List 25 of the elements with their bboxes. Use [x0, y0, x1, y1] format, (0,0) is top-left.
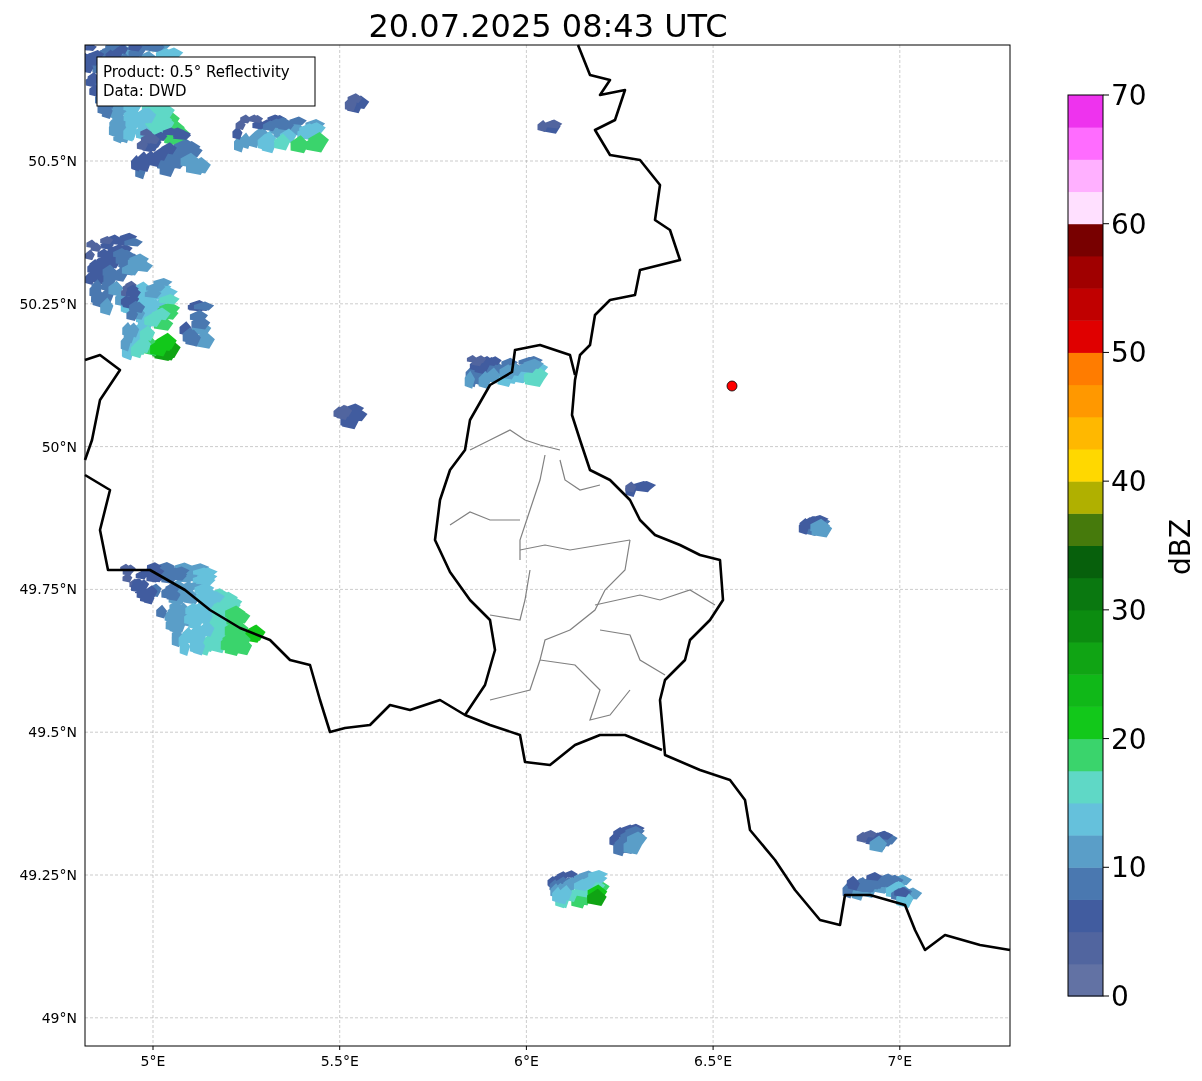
colorbar-tick-label: 0	[1111, 980, 1129, 1013]
axis-tick-label: 49.25°N	[19, 867, 77, 883]
axis-tick-label: 49.75°N	[19, 581, 77, 598]
axis-tick-label: 50.25°N	[19, 295, 77, 312]
info-text: Product: 0.5° Reflectivity	[103, 63, 290, 81]
colorbar-tick-label: 70	[1111, 79, 1147, 112]
colorbar-tick-label: 50	[1111, 336, 1147, 370]
colorbar-tick-label: 20	[1111, 722, 1147, 756]
axis-tick-label: 50.5°N	[28, 153, 77, 169]
axis-tick-label: 49.5°N	[28, 724, 77, 741]
axis-tick-label: 49°N	[41, 1009, 77, 1026]
colorbar-label: dBZ	[1164, 518, 1197, 576]
axis-tick-label: 5.5°E	[320, 1053, 359, 1069]
colorbar-tick-label: 30	[1111, 593, 1147, 627]
axis-tick-label: 50°N	[41, 438, 77, 455]
colorbar-tick-label: 60	[1111, 207, 1147, 241]
colorbar-tick-label: 10	[1111, 851, 1147, 885]
station-marker	[726, 380, 738, 392]
chart-title: 20.07.2025 08:43 UTC	[368, 7, 728, 45]
info-text: Data: DWD	[103, 82, 187, 100]
colorbar-tick-label: 40	[1111, 465, 1147, 499]
axis-tick-label: 6.5°E	[694, 1053, 733, 1069]
axis-tick-label: 7°E	[887, 1053, 913, 1069]
axis-tick-label: 6°E	[514, 1053, 539, 1069]
axis-tick-label: 5°E	[140, 1053, 166, 1069]
